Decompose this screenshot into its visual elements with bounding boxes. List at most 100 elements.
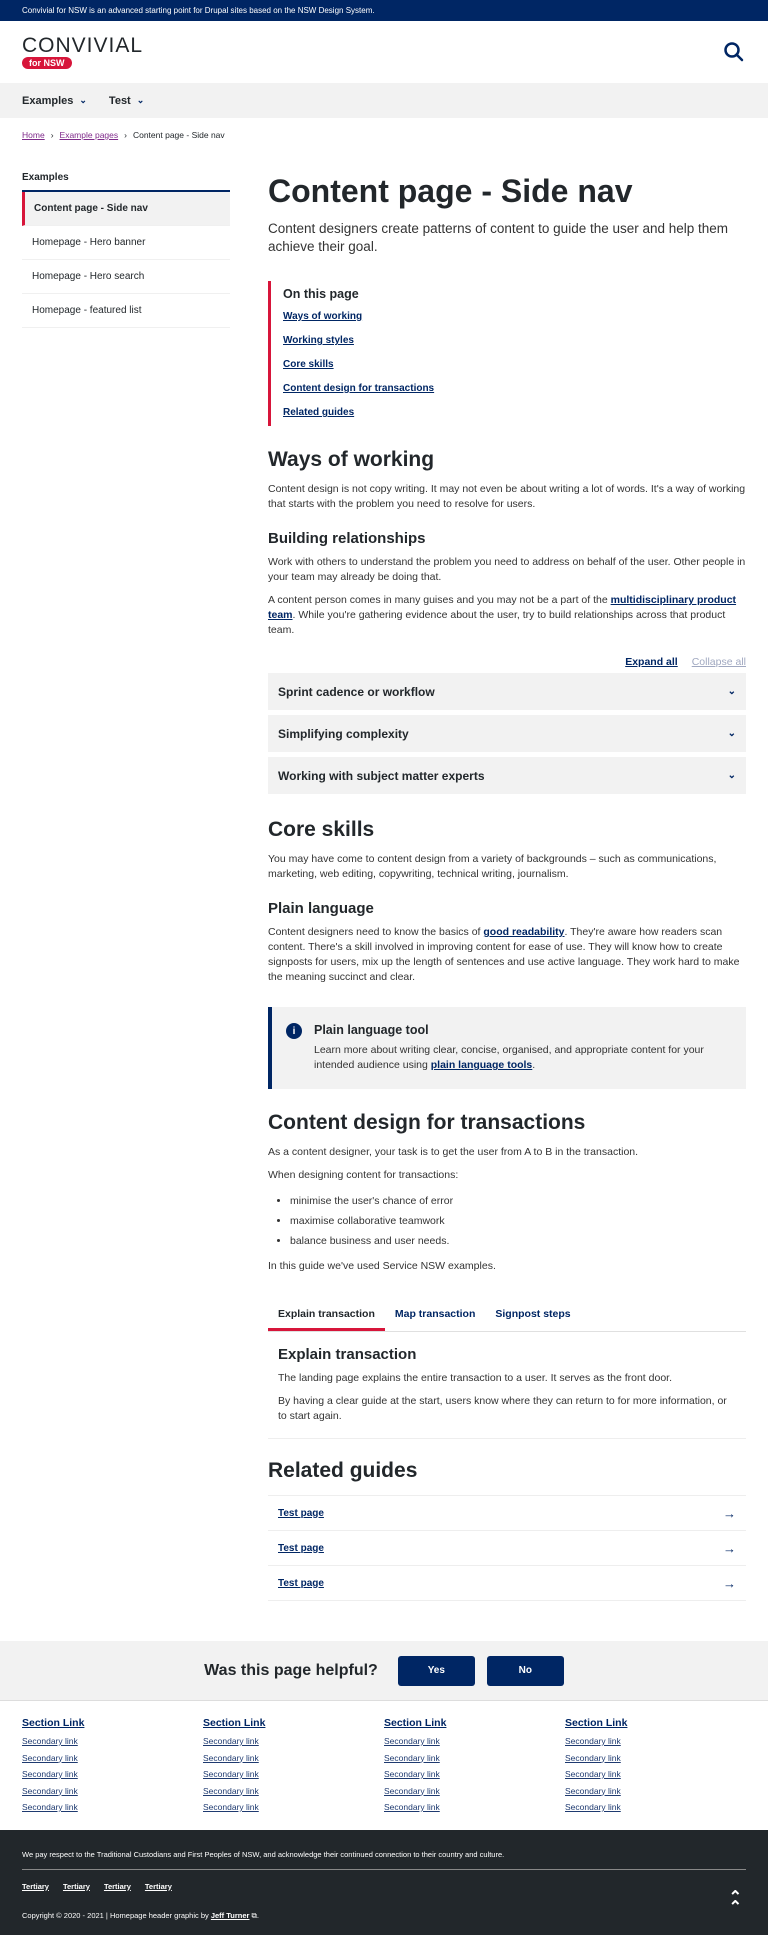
footer-secondary-link[interactable]: Secondary link (22, 1783, 203, 1800)
tab-explain-transaction[interactable]: Explain transaction (268, 1300, 385, 1331)
paragraph: Content designers need to know the basic… (268, 925, 746, 985)
expand-all-button[interactable]: Expand all (625, 656, 678, 668)
footer-column: Section Link Secondary link Secondary li… (384, 1717, 565, 1816)
tertiary-link[interactable]: Tertiary (145, 1882, 172, 1891)
search-icon (724, 42, 744, 62)
page-title: Content page - Side nav (268, 173, 633, 209)
paragraph: A content person comes in many guises an… (268, 593, 746, 638)
footer-secondary-link[interactable]: Secondary link (203, 1799, 384, 1816)
related-item[interactable]: Test page → (268, 1531, 746, 1566)
accordion-item[interactable]: Working with subject matter experts ⌄ (268, 757, 746, 794)
footer-secondary-link[interactable]: Secondary link (22, 1733, 203, 1750)
tab-signpost-steps[interactable]: Signpost steps (485, 1300, 580, 1331)
chevron-right-icon: › (124, 130, 127, 140)
footer-secondary-link[interactable]: Secondary link (384, 1766, 565, 1783)
main-nav-label: Test (108, 94, 131, 107)
good-readability-link[interactable]: good readability (483, 926, 564, 938)
tertiary-links: Tertiary Tertiary Tertiary Tertiary (22, 1882, 746, 1891)
plain-language-tools-link[interactable]: plain language tools (431, 1059, 533, 1071)
on-this-page-link[interactable]: Content design for transactions (283, 383, 734, 394)
related-item[interactable]: Test page → (268, 1566, 746, 1601)
footer-section-link[interactable]: Section Link (203, 1717, 384, 1729)
footer-secondary-link[interactable]: Secondary link (384, 1733, 565, 1750)
footer-secondary-link[interactable]: Secondary link (203, 1783, 384, 1800)
related-item[interactable]: Test page → (268, 1496, 746, 1531)
chevron-down-icon: ⌄ (727, 770, 736, 781)
section-heading-core: Core skills (268, 818, 375, 841)
related-link[interactable]: Test page (278, 1578, 324, 1589)
related-link[interactable]: Test page (278, 1543, 324, 1554)
section-heading-transactions: Content design for transactions (268, 1111, 586, 1134)
footer-secondary-link[interactable]: Secondary link (565, 1799, 746, 1816)
footer-secondary-link[interactable]: Secondary link (565, 1783, 746, 1800)
feedback-no-button[interactable]: No (486, 1655, 564, 1686)
tertiary-link[interactable]: Tertiary (104, 1882, 131, 1891)
side-nav-item-featured-list[interactable]: Homepage - featured list (22, 294, 230, 328)
chevron-right-icon: › (50, 130, 54, 140)
logo-pill: for NSW (22, 57, 72, 69)
accordion-item[interactable]: Sprint cadence or workflow ⌄ (268, 673, 746, 710)
on-this-page-link[interactable]: Core skills (283, 359, 734, 370)
footer-secondary-link[interactable]: Secondary link (203, 1750, 384, 1767)
related-link[interactable]: Test page (278, 1508, 324, 1519)
accordion-item[interactable]: Simplifying complexity ⌄ (268, 715, 746, 752)
accordion-title: Simplifying complexity (278, 726, 409, 741)
tertiary-link[interactable]: Tertiary (22, 1882, 49, 1891)
section-heading-ways: Ways of working (268, 448, 435, 471)
site-logo[interactable]: CONVIVIAL for NSW (22, 35, 143, 69)
related-list: Test page → Test page → Test page → (268, 1495, 746, 1601)
breadcrumb: Home › Example pages › Content page - Si… (0, 118, 768, 152)
footer-secondary-link[interactable]: Secondary link (203, 1733, 384, 1750)
main-nav-test[interactable]: Test ⌄ (109, 95, 144, 107)
tab-list: Explain transaction Map transaction Sign… (268, 1300, 746, 1332)
footer-secondary-link[interactable]: Secondary link (22, 1799, 203, 1816)
footer-section-link[interactable]: Section Link (565, 1717, 746, 1729)
subheading-building: Building relationships (268, 530, 426, 547)
side-nav-item-hero-banner[interactable]: Homepage - Hero banner (22, 226, 230, 260)
footer-secondary-link[interactable]: Secondary link (565, 1766, 746, 1783)
breadcrumb-home[interactable]: Home (22, 130, 45, 140)
search-button[interactable] (722, 40, 746, 64)
text: Copyright © 2020 - 2021 | Homepage heade… (22, 1910, 211, 1920)
collapse-all-button[interactable]: Collapse all (692, 656, 746, 668)
breadcrumb-example-pages[interactable]: Example pages (60, 130, 119, 140)
on-this-page-link[interactable]: Working styles (283, 335, 734, 346)
callout: i Plain language tool Learn more about w… (268, 1007, 746, 1089)
footer-secondary-link[interactable]: Secondary link (384, 1783, 565, 1800)
jeff-turner-link[interactable]: Jeff Turner (211, 1911, 250, 1920)
footer-secondary-link[interactable]: Secondary link (203, 1766, 384, 1783)
section-heading-related: Related guides (268, 1459, 418, 1482)
tertiary-link[interactable]: Tertiary (63, 1882, 90, 1891)
side-nav-item-content-page[interactable]: Content page - Side nav (22, 192, 230, 226)
footer-section-link[interactable]: Section Link (22, 1717, 203, 1729)
footer-secondary-link[interactable]: Secondary link (22, 1766, 203, 1783)
text: Content designers need to know the basic… (268, 926, 484, 938)
tab-panel: Explain transaction The landing page exp… (268, 1332, 746, 1439)
site-header: CONVIVIAL for NSW (0, 21, 768, 83)
paragraph: When designing content for transactions: (268, 1169, 459, 1181)
breadcrumb-current: Content page - Side nav (132, 130, 225, 140)
callout-text: Learn more about writing clear, concise,… (314, 1043, 730, 1073)
main-nav-examples[interactable]: Examples ⌄ (22, 95, 87, 107)
back-to-top-button[interactable]: ⌃ ⌃ (729, 1889, 742, 1915)
footer-secondary-link[interactable]: Secondary link (22, 1750, 203, 1767)
footer-secondary-link[interactable]: Secondary link (565, 1750, 746, 1767)
paragraph: Work with others to understand the probl… (268, 556, 746, 583)
page-intro: Content designers create patterns of con… (268, 221, 729, 254)
side-nav-item-hero-search[interactable]: Homepage - Hero search (22, 260, 230, 294)
footer-secondary-link[interactable]: Secondary link (565, 1733, 746, 1750)
footer-section-link[interactable]: Section Link (384, 1717, 565, 1729)
on-this-page-link[interactable]: Related guides (283, 407, 734, 418)
on-this-page-link[interactable]: Ways of working (283, 311, 734, 322)
tab-map-transaction[interactable]: Map transaction (385, 1300, 486, 1331)
main-nav-label: Examples (22, 94, 74, 107)
footer-secondary-link[interactable]: Secondary link (384, 1750, 565, 1767)
info-icon: i (286, 1023, 302, 1039)
bullet-list: minimise the user's chance of error maxi… (290, 1191, 746, 1251)
feedback-yes-button[interactable]: Yes (397, 1655, 475, 1686)
subheading-plain-language: Plain language (268, 900, 374, 917)
footer-secondary-link[interactable]: Secondary link (384, 1799, 565, 1816)
paragraph: In this guide we've used Service NSW exa… (268, 1260, 496, 1272)
chevron-down-icon: ⌄ (727, 728, 736, 739)
paragraph: You may have come to content design from… (268, 853, 717, 880)
